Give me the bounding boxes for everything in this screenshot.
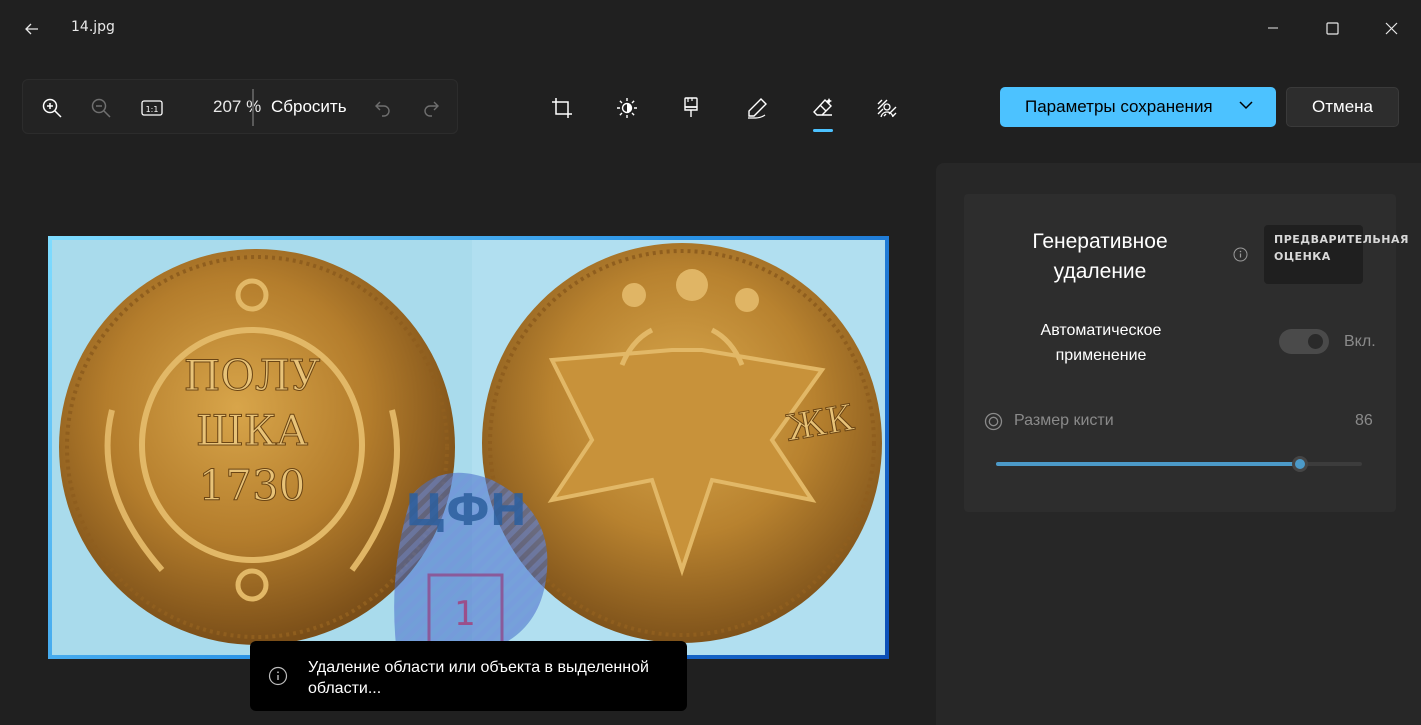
crop-tool-button[interactable] [544, 90, 580, 126]
info-icon [268, 666, 288, 686]
undo-button[interactable] [367, 92, 399, 124]
info-icon[interactable] [1233, 247, 1248, 262]
zoom-in-button[interactable] [36, 92, 68, 124]
generative-erase-tool-button[interactable] [805, 90, 841, 126]
auto-apply-state: Вкл. [1344, 333, 1376, 350]
zoom-in-icon [42, 98, 62, 118]
svg-text:1:1: 1:1 [146, 105, 159, 114]
close-icon [1385, 22, 1397, 34]
coin-inscription-3: 1730 [199, 461, 306, 510]
crop-icon [552, 98, 572, 118]
redo-button[interactable] [415, 92, 447, 124]
minimize-button[interactable] [1250, 12, 1296, 44]
preview-badge: ПРЕДВАРИТЕЛЬНАЯ ОЦЕНКА [1264, 225, 1408, 284]
undo-icon [375, 101, 390, 117]
background-tool-button[interactable] [869, 90, 905, 126]
close-window-button[interactable] [1368, 12, 1414, 44]
toggle-knob [1308, 334, 1323, 349]
auto-apply-label: Автоматическое применение [1040, 322, 1162, 364]
save-options-label: Параметры сохранения [1025, 97, 1213, 116]
adjust-tool-button[interactable] [609, 90, 645, 126]
paint-brush-icon [684, 97, 698, 117]
slider-thumb[interactable] [1291, 456, 1308, 472]
maximize-button[interactable] [1309, 12, 1355, 44]
coin-inscription-2: ШКА [196, 406, 308, 455]
window-title: 14.jpg [71, 19, 115, 35]
active-tool-indicator [813, 129, 833, 132]
watermark-number: 1 [454, 594, 476, 634]
redo-icon [424, 101, 439, 117]
brightness-icon [617, 98, 637, 118]
zoom-toolbar: 1:1 207 % Сбросить [22, 79, 458, 134]
actual-size-icon: 1:1 [141, 100, 163, 116]
background-blur-icon [877, 99, 897, 118]
watermark-text: ЦФН [405, 485, 526, 536]
image-canvas[interactable]: ПОЛУ ШКА 1730 ЖК ЦФН 1 [48, 236, 889, 659]
toast-message: Удаление области или объекта в выделенно… [308, 659, 649, 697]
save-options-button[interactable]: Параметры сохранения [1000, 87, 1276, 127]
minimize-icon [1268, 27, 1278, 29]
eraser-icon [813, 98, 832, 116]
filter-tool-button[interactable] [673, 90, 709, 126]
brush-size-slider[interactable] [996, 456, 1362, 472]
slider-fill [996, 462, 1300, 466]
brush-size-value: 86 [1355, 412, 1373, 429]
brush-size-icon [984, 412, 1003, 431]
toolbar-divider [252, 89, 254, 126]
back-button[interactable] [16, 14, 48, 44]
coin-inscription-1: ПОЛУ [184, 351, 320, 400]
reset-button[interactable]: Сбросить [271, 97, 347, 117]
auto-apply-toggle[interactable] [1279, 329, 1329, 354]
arrow-left-icon [25, 23, 38, 35]
actual-size-button[interactable]: 1:1 [136, 92, 168, 124]
pen-icon [748, 98, 767, 119]
markup-tool-button[interactable] [739, 90, 775, 126]
title-bar: 14.jpg [0, 0, 1421, 58]
cancel-button[interactable]: Отмена [1286, 87, 1399, 127]
coin-photo: ПОЛУ ШКА 1730 ЖК ЦФН 1 [52, 240, 885, 655]
zoom-out-button[interactable] [85, 92, 117, 124]
brush-size-label: Размер кисти [1014, 412, 1114, 429]
chevron-down-icon [1239, 101, 1253, 110]
progress-toast: Удаление области или объекта в выделенно… [250, 641, 687, 711]
zoom-out-icon [91, 98, 111, 118]
maximize-icon [1325, 21, 1339, 35]
panel-title: Генеративное удаление [1032, 230, 1168, 283]
